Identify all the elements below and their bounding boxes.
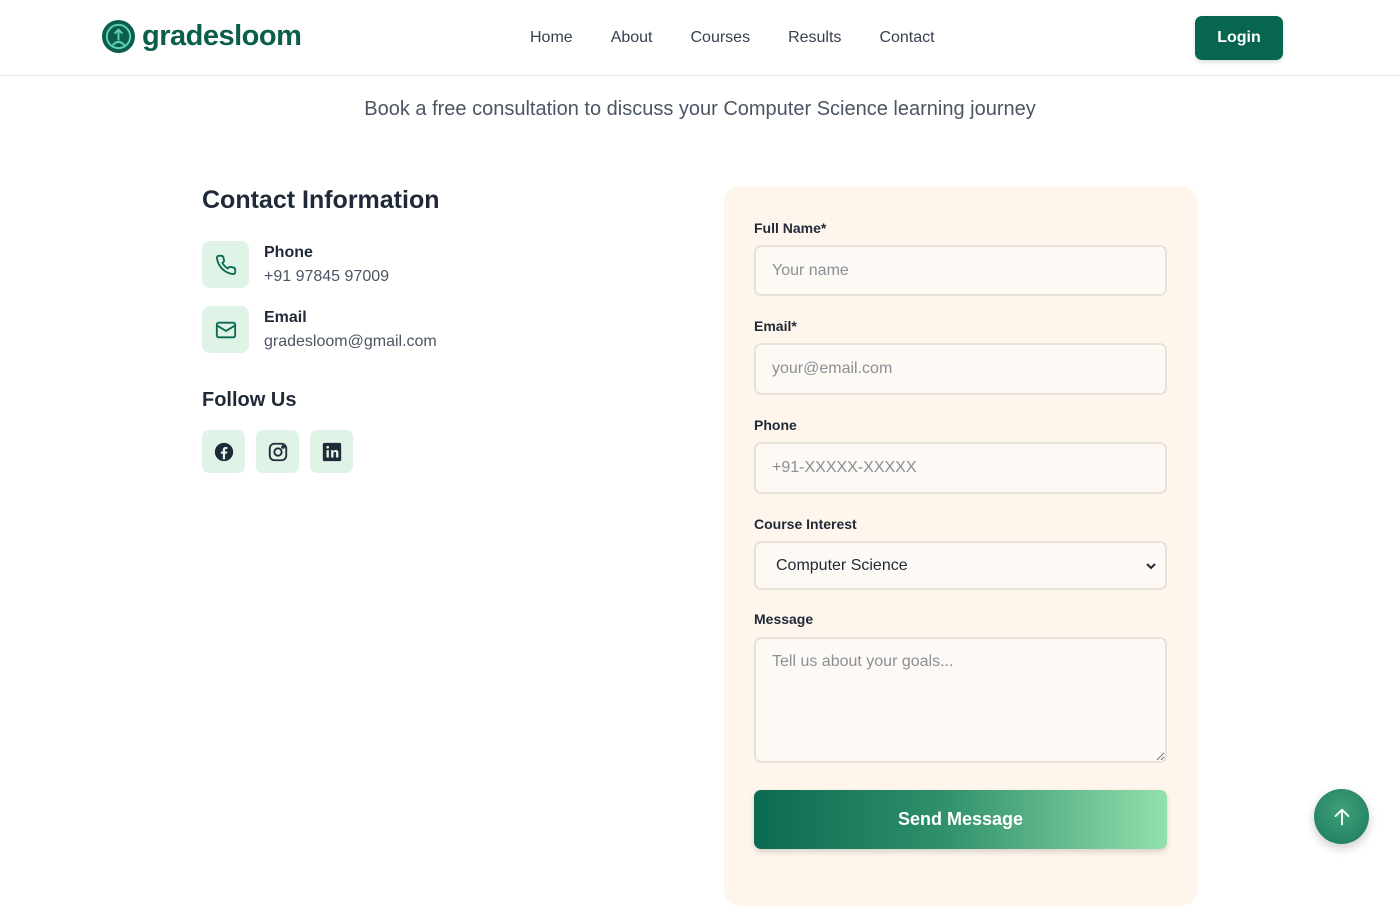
contact-info-title: Contact Information [202,186,440,214]
phone-value[interactable]: +91 97845 97009 [264,268,389,286]
phone-label: Phone [264,244,313,261]
brand-logo[interactable]: gradesloom [101,19,302,54]
message-label: Message [754,611,814,627]
nav-item-home[interactable]: Home [511,29,592,47]
send-message-button[interactable]: Send Message [754,790,1167,849]
nav-item-about[interactable]: About [592,29,672,47]
full-name-label: Full Name* [754,220,827,236]
scroll-to-top-button[interactable] [1314,789,1369,844]
follow-us-title: Follow Us [202,389,297,411]
instagram-icon[interactable] [256,430,299,473]
arrow-up-icon [1334,808,1349,825]
nav-item-results[interactable]: Results [769,29,860,47]
contact-email-row: Email gradesloom@gmail.com [202,306,437,353]
email-value[interactable]: gradesloom@gmail.com [264,333,437,351]
page-subtitle: Book a free consultation to discuss your… [364,98,1036,120]
login-button[interactable]: Login [1195,16,1283,60]
full-name-input[interactable] [754,245,1167,296]
email-label: Email [264,309,307,326]
contact-phone-row: Phone +91 97845 97009 [202,241,389,288]
email-input[interactable] [754,343,1167,395]
logo-mark-icon [101,19,136,54]
course-interest-select[interactable]: Computer Science [754,541,1167,590]
email-field-label: Email* [754,318,797,334]
phone-input[interactable] [754,442,1167,494]
phone-icon [202,241,249,288]
site-header: gradesloom Home About Courses Results Co… [0,0,1400,76]
linkedin-icon[interactable] [310,430,353,473]
course-interest-label: Course Interest [754,516,857,532]
main-nav: Home About Courses Results Contact [511,0,954,76]
message-textarea[interactable] [754,637,1167,763]
chevron-down-icon [1146,563,1156,570]
nav-item-courses[interactable]: Courses [672,29,770,47]
phone-field-label: Phone [754,417,797,433]
nav-item-contact[interactable]: Contact [860,29,953,47]
mail-icon [202,306,249,353]
brand-name: gradesloom [142,20,302,52]
facebook-icon[interactable] [202,430,245,473]
social-links [202,430,353,473]
course-interest-value: Computer Science [776,556,908,574]
